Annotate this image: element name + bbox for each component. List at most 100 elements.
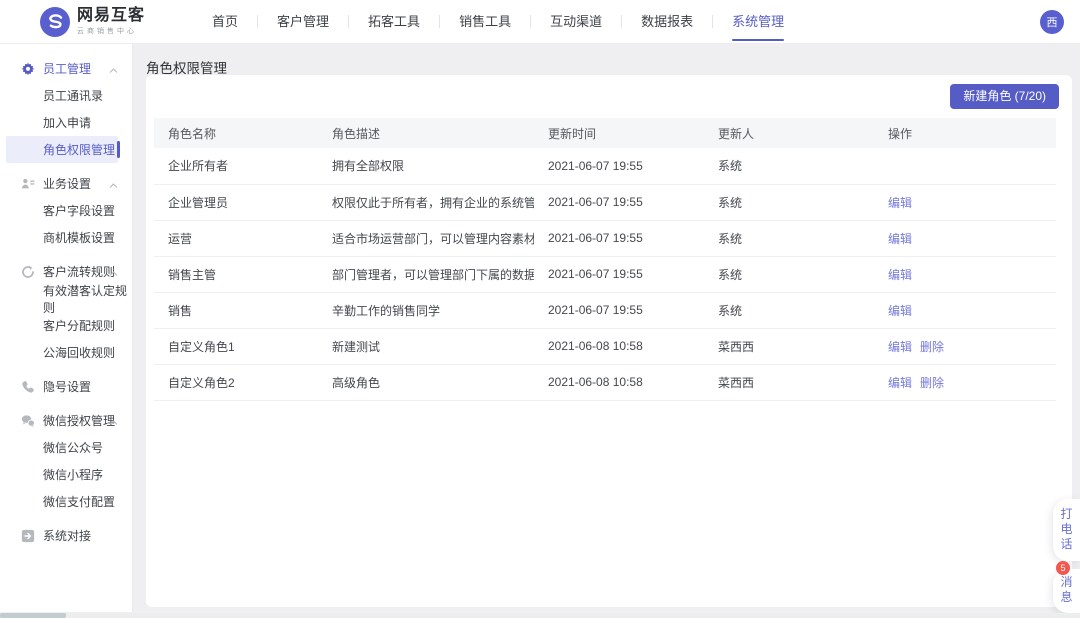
chevron-up-icon <box>109 416 118 425</box>
sidebar-item-8[interactable]: 有效潜客认定规则 <box>0 285 132 312</box>
column-header-1: 角色描述 <box>318 118 534 148</box>
user-avatar[interactable]: 西 <box>1040 10 1064 34</box>
actions-cell <box>874 148 1056 184</box>
message-badge: 5 <box>1056 561 1070 575</box>
sidebar-item-label: 客户流转规则 <box>43 263 115 280</box>
delete-link[interactable]: 删除 <box>920 376 944 390</box>
table-row: 企业所有者拥有全部权限2021-06-07 19:55系统 <box>154 148 1056 184</box>
role-name-cell: 企业所有者 <box>154 148 318 184</box>
column-header-4: 操作 <box>874 118 1056 148</box>
sidebar-item-16[interactable]: 系统对接 <box>0 522 132 549</box>
role-desc-cell: 新建测试 <box>318 328 534 364</box>
role-desc-cell: 拥有全部权限 <box>318 148 534 184</box>
roles-table: 角色名称角色描述更新时间更新人操作 企业所有者拥有全部权限2021-06-07 … <box>154 118 1056 401</box>
chevron-up-icon <box>109 64 118 73</box>
sidebar-item-11[interactable]: 隐号设置 <box>0 373 132 400</box>
sidebar-item-label: 商机模板设置 <box>43 229 115 246</box>
role-name-cell: 运营 <box>154 220 318 256</box>
table-row: 销售主管部门管理者，可以管理部门下属的数据2021-06-07 19:55系统编… <box>154 256 1056 292</box>
role-name-cell: 企业管理员 <box>154 184 318 220</box>
actions-cell: 编辑删除 <box>874 328 1056 364</box>
phone-icon <box>21 380 35 394</box>
sidebar-item-label: 系统对接 <box>43 527 91 544</box>
sidebar-item-0[interactable]: 员工管理 <box>0 55 132 82</box>
user-icon <box>21 177 35 191</box>
column-header-0: 角色名称 <box>154 118 318 148</box>
active-indicator-bar <box>117 141 121 158</box>
delete-link[interactable]: 删除 <box>920 340 944 354</box>
message-button[interactable]: 5 消息 <box>1053 569 1080 613</box>
sidebar-item-2[interactable]: 加入申请 <box>0 109 132 136</box>
link-icon <box>21 529 35 543</box>
sidebar: 员工管理员工通讯录加入申请角色权限管理业务设置客户字段设置商机模板设置客户流转规… <box>0 44 133 612</box>
nav-item-0[interactable]: 首页 <box>193 0 257 44</box>
updater-cell: 菜西西 <box>704 328 874 364</box>
role-desc-cell: 部门管理者，可以管理部门下属的数据 <box>318 256 534 292</box>
page-title: 角色权限管理 <box>133 44 1080 77</box>
updater-cell: 系统 <box>704 184 874 220</box>
sidebar-item-label: 隐号设置 <box>43 378 91 395</box>
nav-item-6[interactable]: 系统管理 <box>713 0 803 44</box>
updater-cell: 系统 <box>704 220 874 256</box>
edit-link[interactable]: 编辑 <box>888 340 912 354</box>
sidebar-item-label: 有效潜客认定规则 <box>43 282 132 316</box>
sidebar-item-6[interactable]: 商机模板设置 <box>0 224 132 251</box>
sidebar-item-4[interactable]: 业务设置 <box>0 170 132 197</box>
flow-icon <box>21 265 35 279</box>
nav-item-4[interactable]: 互动渠道 <box>531 0 621 44</box>
update-time-cell: 2021-06-08 10:58 <box>534 328 704 364</box>
new-role-button[interactable]: 新建角色 (7/20) <box>950 84 1059 109</box>
sidebar-item-5[interactable]: 客户字段设置 <box>0 197 132 224</box>
sidebar-item-label: 客户字段设置 <box>43 202 115 219</box>
roles-card: 新建角色 (7/20) 角色名称角色描述更新时间更新人操作 企业所有者拥有全部权… <box>146 75 1072 607</box>
update-time-cell: 2021-06-07 19:55 <box>534 256 704 292</box>
role-name-cell: 自定义角色1 <box>154 328 318 364</box>
edit-link[interactable]: 编辑 <box>888 376 912 390</box>
nav-item-3[interactable]: 销售工具 <box>440 0 530 44</box>
main-content: 角色权限管理 新建角色 (7/20) 角色名称角色描述更新时间更新人操作 企业所… <box>133 44 1080 618</box>
sidebar-item-label: 微信支付配置 <box>43 493 115 510</box>
sidebar-item-13[interactable]: 微信公众号 <box>0 434 132 461</box>
edit-link[interactable]: 编辑 <box>888 268 912 282</box>
edit-link[interactable]: 编辑 <box>888 232 912 246</box>
sidebar-item-1[interactable]: 员工通讯录 <box>0 82 132 109</box>
sidebar-item-9[interactable]: 客户分配规则 <box>0 312 132 339</box>
sidebar-item-label: 业务设置 <box>43 175 91 192</box>
role-desc-cell: 辛勤工作的销售同学 <box>318 292 534 328</box>
sidebar-item-15[interactable]: 微信支付配置 <box>0 488 132 515</box>
horizontal-scrollbar-thumb[interactable] <box>0 613 66 618</box>
sidebar-item-label: 微信公众号 <box>43 439 103 456</box>
gear-icon <box>21 62 35 76</box>
edit-link[interactable]: 编辑 <box>888 304 912 318</box>
vertical-label-char: 打 <box>1060 507 1072 522</box>
sidebar-item-10[interactable]: 公海回收规则 <box>0 339 132 366</box>
vertical-label-char: 息 <box>1060 590 1072 605</box>
brand-icon <box>40 7 70 37</box>
sidebar-item-12[interactable]: 微信授权管理 <box>0 407 132 434</box>
vertical-label-char: 消 <box>1060 575 1072 590</box>
brand-title: 网易互客 <box>77 7 145 24</box>
updater-cell: 菜西西 <box>704 364 874 400</box>
nav-item-5[interactable]: 数据报表 <box>622 0 712 44</box>
chevron-up-icon <box>109 267 118 276</box>
edit-link[interactable]: 编辑 <box>888 196 912 210</box>
sidebar-item-label: 员工通讯录 <box>43 87 103 104</box>
nav-item-1[interactable]: 客户管理 <box>258 0 348 44</box>
role-name-cell: 销售主管 <box>154 256 318 292</box>
sidebar-item-14[interactable]: 微信小程序 <box>0 461 132 488</box>
role-desc-cell: 高级角色 <box>318 364 534 400</box>
role-name-cell: 自定义角色2 <box>154 364 318 400</box>
brand-subtitle: 云商销售中心 <box>77 26 145 36</box>
column-header-2: 更新时间 <box>534 118 704 148</box>
table-row: 销售辛勤工作的销售同学2021-06-07 19:55系统编辑 <box>154 292 1056 328</box>
table-row: 企业管理员权限仅此于所有者，拥有企业的系统管理权限2021-06-07 19:5… <box>154 184 1056 220</box>
sidebar-item-label: 微信小程序 <box>43 466 103 483</box>
sidebar-item-3[interactable]: 角色权限管理 <box>6 136 118 163</box>
sidebar-item-label: 客户分配规则 <box>43 317 115 334</box>
update-time-cell: 2021-06-07 19:55 <box>534 220 704 256</box>
actions-cell: 编辑 <box>874 184 1056 220</box>
nav-item-2[interactable]: 拓客工具 <box>349 0 439 44</box>
sidebar-item-label: 角色权限管理 <box>43 141 115 158</box>
role-name-cell: 销售 <box>154 292 318 328</box>
call-button[interactable]: 打电话 <box>1053 499 1080 561</box>
